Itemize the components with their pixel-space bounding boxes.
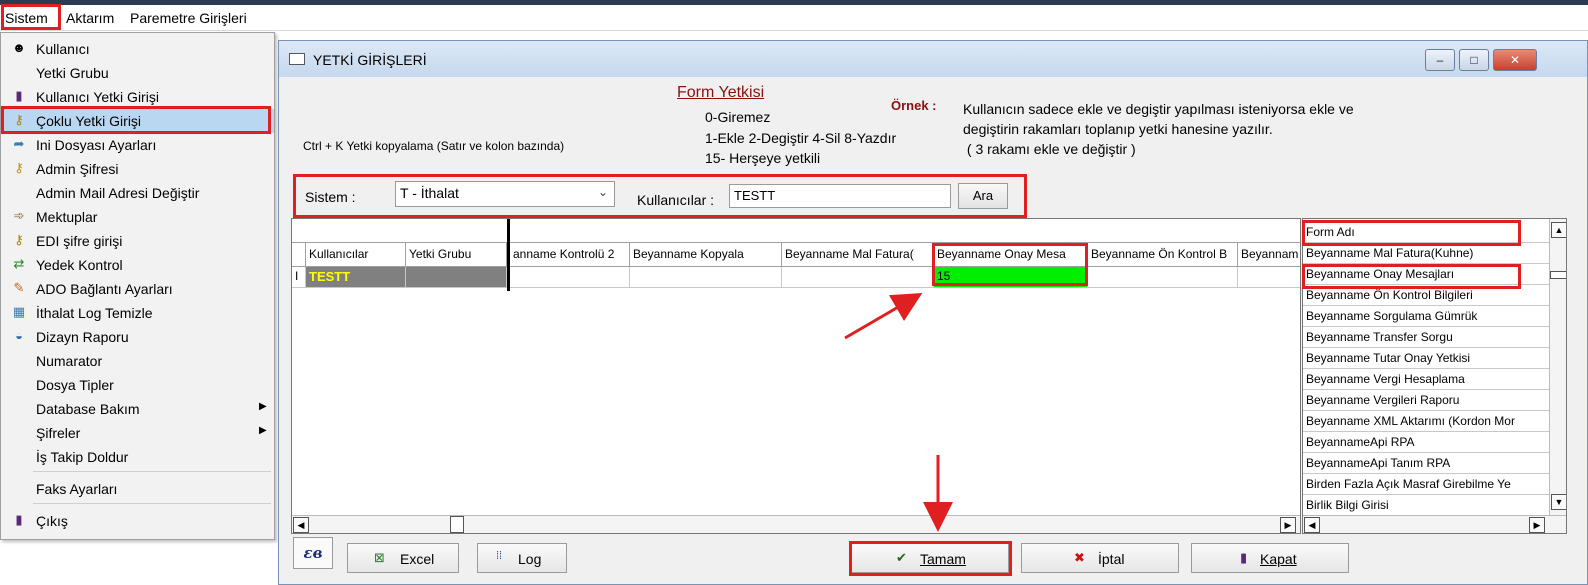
annotation-arrows bbox=[844, 292, 953, 532]
arrow-to-onay-cell bbox=[844, 292, 923, 340]
